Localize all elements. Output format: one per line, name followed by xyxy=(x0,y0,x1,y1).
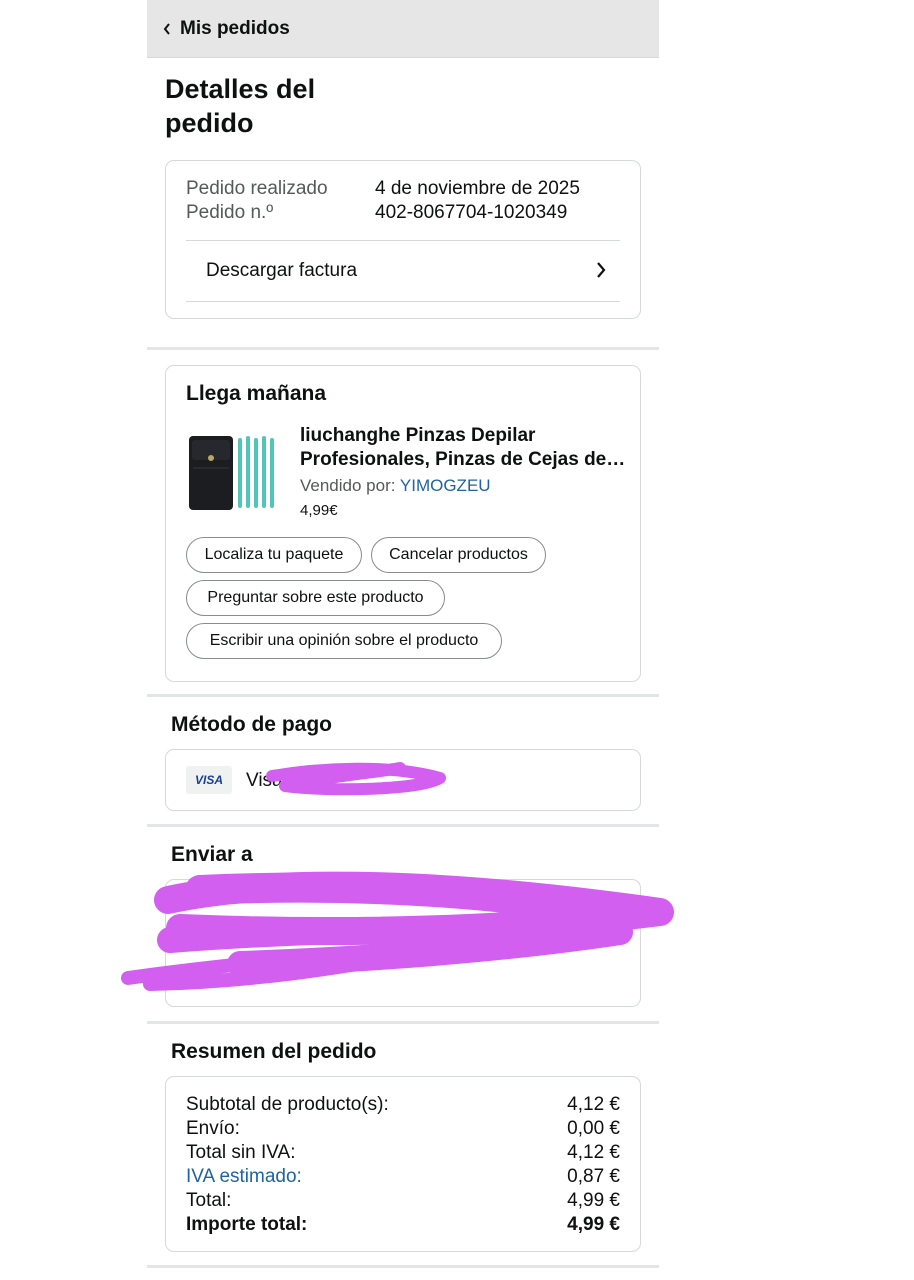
seller-link[interactable]: YIMOGZEU xyxy=(400,476,491,495)
summary-label: Total: xyxy=(186,1190,232,1211)
summary-label: Subtotal de producto(s): xyxy=(186,1094,389,1115)
chevron-right-icon xyxy=(596,261,606,284)
shipment-card: Llega mañana liuchanghe Pinzas Depilar P… xyxy=(165,365,641,682)
section-separator xyxy=(147,347,659,350)
sold-by-label: Vendido por: xyxy=(300,476,396,495)
order-placed-value: 4 de noviembre de 2025 xyxy=(375,178,580,199)
order-info-card: Pedido realizado 4 de noviembre de 2025 … xyxy=(165,160,641,319)
summary-value: 4,12 € xyxy=(567,1142,620,1163)
visa-card-icon: VISA xyxy=(186,766,232,794)
divider xyxy=(186,301,620,302)
summary-value: 4,99 € xyxy=(567,1214,620,1235)
order-number-value: 402-8067704-1020349 xyxy=(375,202,568,223)
payment-method-card[interactable]: VISA Visa xyxy=(165,749,641,811)
order-placed-label: Pedido realizado xyxy=(186,178,328,199)
summary-label: Total sin IVA: xyxy=(186,1142,296,1163)
order-details-page: Mis pedidos Detalles del pedido Pedido r… xyxy=(147,0,659,1280)
section-separator xyxy=(147,824,659,827)
order-summary-card: Subtotal de producto(s): 4,12 € Envío: 0… xyxy=(165,1076,641,1252)
page-title: Detalles del pedido xyxy=(165,74,316,138)
ask-about-product-button[interactable]: Preguntar sobre este producto xyxy=(186,580,445,616)
back-label[interactable]: Mis pedidos xyxy=(180,18,290,40)
download-invoice-row[interactable]: Descargar factura xyxy=(186,241,620,301)
cancel-items-button[interactable]: Cancelar productos xyxy=(371,537,546,573)
section-separator xyxy=(147,694,659,697)
product-title[interactable]: liuchanghe Pinzas Depilar Profesionales,… xyxy=(300,424,626,472)
summary-label: Importe total: xyxy=(186,1214,308,1235)
payment-method-title: Método de pago xyxy=(171,713,332,736)
order-summary-title: Resumen del pedido xyxy=(171,1040,377,1063)
shipping-address-card xyxy=(165,879,641,1007)
ship-to-title: Enviar a xyxy=(171,843,253,866)
section-separator xyxy=(147,1021,659,1024)
sold-by-row: Vendido por: YIMOGZEU xyxy=(300,476,491,496)
summary-row: Total sin IVA: 4,12 € xyxy=(186,1141,620,1165)
summary-row: Importe total: 4,99 € xyxy=(186,1213,620,1237)
delivery-status: Llega mañana xyxy=(186,382,327,405)
product-price: 4,99€ xyxy=(300,502,338,519)
payment-card-text: Visa xyxy=(246,770,283,791)
section-separator xyxy=(147,1265,659,1268)
summary-row: Subtotal de producto(s): 4,12 € xyxy=(186,1093,620,1117)
chevron-left-icon xyxy=(163,22,175,36)
product-image[interactable] xyxy=(186,428,278,512)
product-title-line: liuchanghe Pinzas Depilar xyxy=(300,425,536,446)
summary-row: Envío: 0,00 € xyxy=(186,1117,620,1141)
back-navigation-bar[interactable]: Mis pedidos xyxy=(147,0,659,58)
summary-value: 0,00 € xyxy=(567,1118,620,1139)
download-invoice-label: Descargar factura xyxy=(206,260,358,281)
summary-value: 4,99 € xyxy=(567,1190,620,1211)
summary-value: 0,87 € xyxy=(567,1166,620,1187)
summary-value: 4,12 € xyxy=(567,1094,620,1115)
order-number-label: Pedido n.º xyxy=(186,202,274,223)
summary-row: IVA estimado: 0,87 € xyxy=(186,1165,620,1189)
summary-label: Envío: xyxy=(186,1118,240,1139)
summary-row: Total: 4,99 € xyxy=(186,1189,620,1213)
write-review-button[interactable]: Escribir una opinión sobre el producto xyxy=(186,623,502,659)
track-package-button[interactable]: Localiza tu paquete xyxy=(186,537,362,573)
product-title-line: Profesionales, Pinzas de Cejas de… xyxy=(300,449,626,470)
estimated-vat-link[interactable]: IVA estimado: xyxy=(186,1165,302,1189)
